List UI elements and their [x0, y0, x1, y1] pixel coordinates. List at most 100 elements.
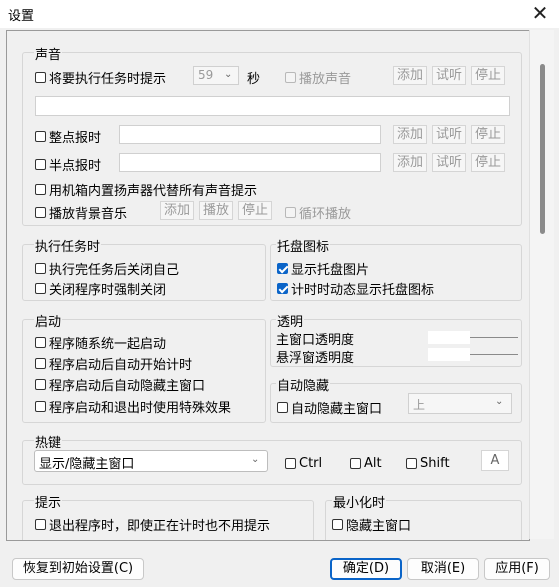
ctrl-checkbox[interactable]: Ctrl [285, 456, 322, 471]
sound-group-label: 声音 [34, 44, 63, 63]
checkbox-box [277, 283, 288, 294]
exit-prompt-checkbox[interactable]: 退出程序时，即使正在计时也不用提示 [35, 515, 270, 534]
main-opacity-label: 主窗口透明度 [276, 333, 355, 348]
remind-checkbox[interactable]: 将要执行任务时提示 [35, 68, 166, 87]
remind-add-button[interactable]: 添加 [393, 66, 427, 85]
checkbox-label: 显示托盘图片 [291, 263, 370, 278]
window-title: 设置 [8, 9, 35, 24]
cancel-button[interactable]: 取消(E) [407, 558, 479, 580]
close-self-checkbox[interactable]: 执行完任务后关闭自己 [35, 259, 179, 278]
reset-defaults-button[interactable]: 恢复到初始设置(C) [12, 558, 144, 580]
checkbox-box [35, 263, 46, 274]
loop-checkbox[interactable]: 循环播放 [285, 203, 351, 222]
checkbox-label: 半点报时 [49, 159, 102, 174]
checkbox-label: 用机箱内置扬声器代替所有声音提示 [49, 184, 258, 199]
checkbox-box [35, 72, 46, 83]
checkbox-label: 程序启动后自动隐藏主窗口 [49, 379, 206, 394]
play-sound-checkbox[interactable]: 播放声音 [285, 68, 351, 87]
checkbox-box [35, 379, 46, 390]
seconds-value: 59 [198, 68, 214, 82]
bgm-stop-button[interactable]: 停止 [238, 201, 272, 220]
hourly-add-button[interactable]: 添加 [393, 125, 427, 144]
transparency-group-label: 透明 [276, 311, 305, 330]
minimize-group-label: 最小化时 [332, 492, 387, 511]
half-hour-listen-button[interactable]: 试听 [432, 153, 466, 172]
hourly-sound-field[interactable] [119, 125, 381, 144]
shift-checkbox[interactable]: Shift [406, 456, 450, 471]
half-hour-sound-field[interactable] [119, 153, 381, 172]
float-opacity-thumb[interactable] [428, 348, 470, 361]
autohide-group-label: 自动隐藏 [276, 375, 331, 394]
checkbox-label: 计时时动态显示托盘图标 [291, 283, 435, 298]
checkbox-label: Ctrl [299, 456, 323, 471]
special-effects-checkbox[interactable]: 程序启动和退出时使用特殊效果 [35, 397, 231, 416]
checkbox-label: 执行完任务后关闭自己 [49, 263, 180, 278]
checkbox-box [285, 458, 296, 469]
hotkey-group-label: 热键 [34, 432, 63, 451]
half-hour-checkbox[interactable]: 半点报时 [35, 155, 101, 174]
checkbox-label: 循环播放 [299, 207, 352, 222]
half-hour-stop-button[interactable]: 停止 [471, 153, 505, 172]
hourly-stop-button[interactable]: 停止 [471, 125, 505, 144]
checkbox-label: 将要执行任务时提示 [49, 72, 167, 87]
checkbox-box [332, 519, 343, 530]
half-hour-add-button[interactable]: 添加 [393, 153, 427, 172]
checkbox-label: 程序启动和退出时使用特殊效果 [49, 401, 232, 416]
dynamic-tray-icon-checkbox[interactable]: 计时时动态显示托盘图标 [277, 279, 434, 298]
checkbox-box [35, 401, 46, 412]
vertical-scrollbar[interactable] [529, 30, 554, 539]
speaker-checkbox[interactable]: 用机箱内置扬声器代替所有声音提示 [35, 180, 257, 199]
checkbox-box [277, 402, 288, 413]
checkbox-label: 播放背景音乐 [49, 207, 128, 222]
bgm-checkbox[interactable]: 播放背景音乐 [35, 203, 127, 222]
checkbox-label: 整点报时 [49, 131, 102, 146]
title-bar: 设置 ✕ [0, 0, 559, 28]
scrollbar-thumb[interactable] [540, 64, 545, 234]
hotkey-key-field[interactable]: A [481, 450, 509, 471]
tray-group-label: 托盘图标 [276, 236, 331, 255]
checkbox-box [35, 283, 46, 294]
checkbox-label: 程序启动后自动开始计时 [49, 358, 193, 373]
close-button[interactable]: ✕ [521, 0, 559, 28]
chevron-down-icon: ⌄ [495, 396, 504, 407]
checkbox-label: Shift [420, 456, 450, 471]
remind-sound-path-field[interactable] [35, 96, 510, 116]
checkbox-label: 隐藏主窗口 [346, 519, 412, 534]
checkbox-box [35, 207, 46, 218]
ok-button[interactable]: 确定(D) [330, 558, 402, 580]
chevron-down-icon: ⌄ [251, 454, 260, 465]
remind-stop-button[interactable]: 停止 [471, 66, 505, 85]
hourly-listen-button[interactable]: 试听 [432, 125, 466, 144]
checkbox-box [406, 458, 417, 469]
bgm-add-button[interactable]: 添加 [160, 201, 194, 220]
execute-group-label: 执行任务时 [34, 236, 102, 255]
hotkey-action-select[interactable]: 显示/隐藏主窗口 ⌄ [34, 450, 268, 472]
hotkey-action-value: 显示/隐藏主窗口 [39, 457, 135, 472]
bgm-play-button[interactable]: 播放 [199, 201, 233, 220]
checkbox-box [35, 358, 46, 369]
hide-main-on-start-checkbox[interactable]: 程序启动后自动隐藏主窗口 [35, 375, 205, 394]
remind-seconds-select[interactable]: 59 ⌄ [193, 66, 239, 85]
auto-timer-checkbox[interactable]: 程序启动后自动开始计时 [35, 354, 192, 373]
remind-listen-button[interactable]: 试听 [432, 66, 466, 85]
checkbox-box [35, 159, 46, 170]
minimize-hide-checkbox[interactable]: 隐藏主窗口 [332, 515, 411, 534]
force-close-checkbox[interactable]: 关闭程序时强制关闭 [35, 279, 166, 298]
checkbox-box [35, 184, 46, 195]
show-tray-icon-checkbox[interactable]: 显示托盘图片 [277, 259, 369, 278]
checkbox-box [350, 458, 361, 469]
autohide-direction-select[interactable]: 上 ⌄ [408, 393, 512, 414]
auto-start-checkbox[interactable]: 程序随系统一起启动 [35, 333, 166, 352]
apply-button[interactable]: 应用(F) [484, 558, 550, 580]
main-opacity-thumb[interactable] [428, 331, 470, 344]
seconds-unit: 秒 [247, 72, 261, 87]
autohide-checkbox[interactable]: 自动隐藏主窗口 [277, 398, 382, 417]
startup-group-label: 启动 [34, 311, 63, 330]
prompt-group-label: 提示 [34, 492, 63, 511]
direction-value: 上 [413, 398, 426, 412]
checkbox-label: 退出程序时，即使正在计时也不用提示 [49, 519, 271, 534]
checkbox-label: 自动隐藏主窗口 [291, 402, 383, 417]
hourly-checkbox[interactable]: 整点报时 [35, 127, 101, 146]
checkbox-label: 程序随系统一起启动 [49, 337, 167, 352]
alt-checkbox[interactable]: Alt [350, 456, 382, 471]
